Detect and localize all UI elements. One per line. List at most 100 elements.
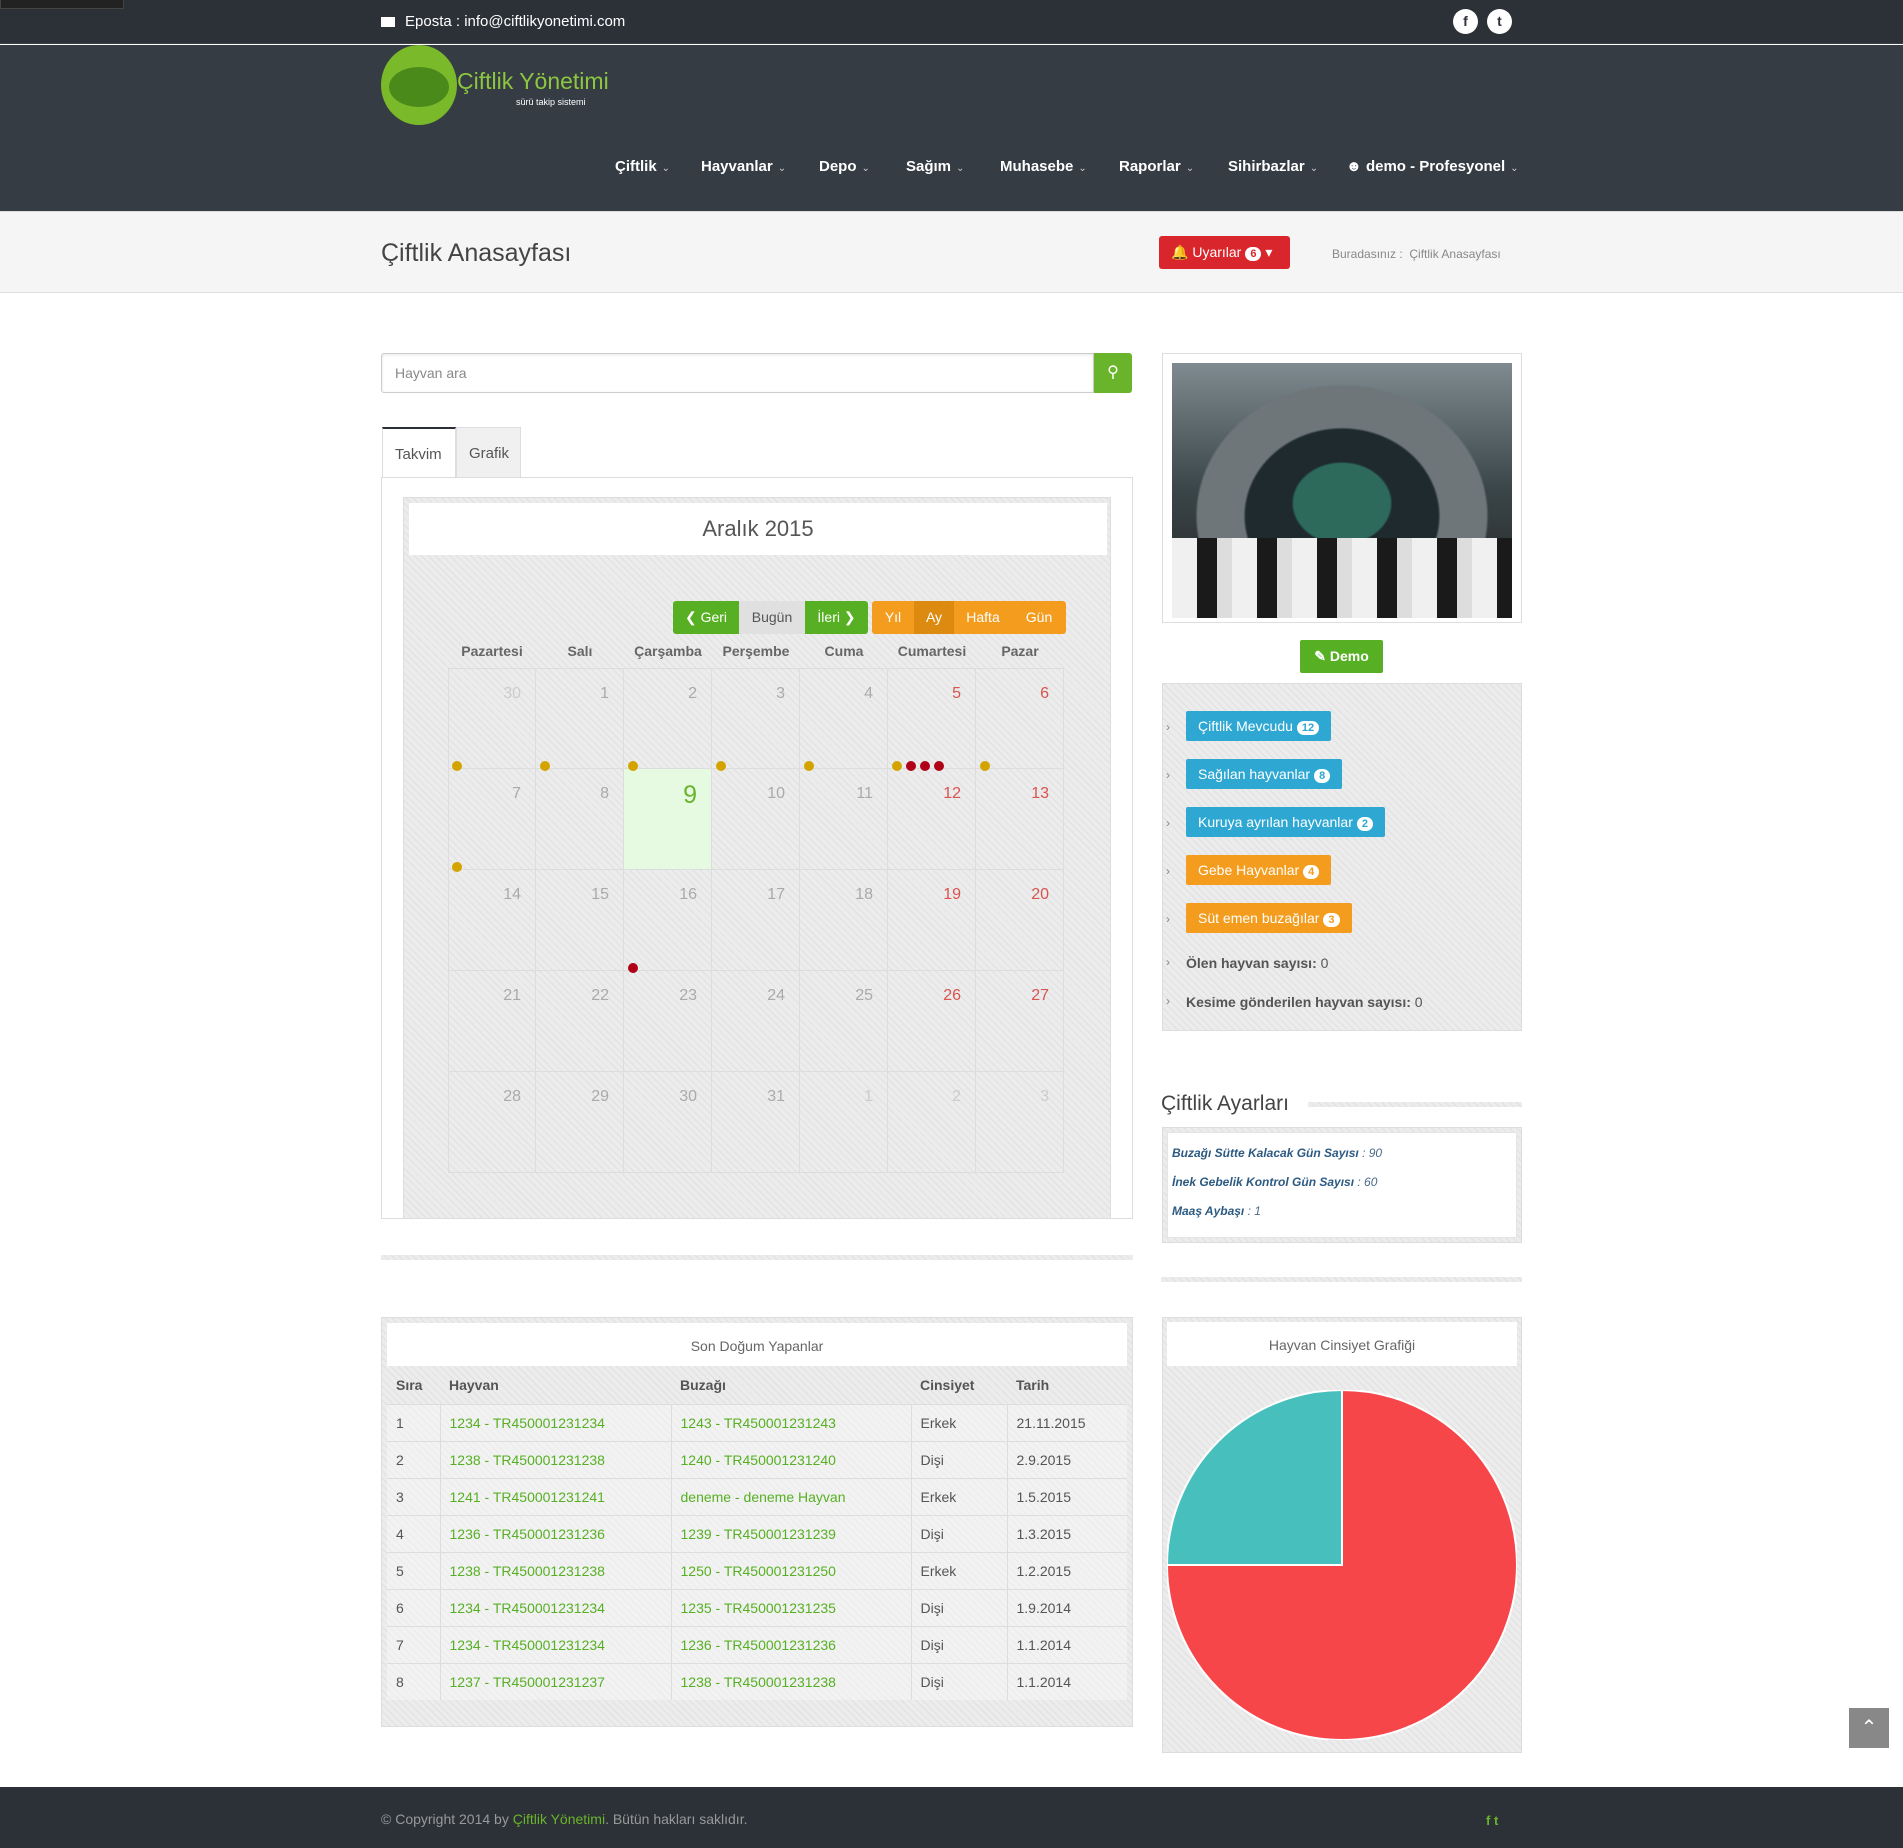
calendar-day[interactable]: 23	[624, 971, 712, 1072]
calendar-day[interactable]: 30	[448, 668, 536, 769]
calendar-day[interactable]: 3	[976, 1072, 1064, 1173]
calf-link[interactable]: 1235 - TR450001231235	[670, 1588, 911, 1626]
calendar-day[interactable]: 27	[976, 971, 1064, 1072]
calendar-event-dot[interactable]	[934, 761, 944, 771]
alerts-button[interactable]: 🔔 Uyarılar 6 ▾	[1159, 236, 1290, 269]
calendar-day[interactable]: 15	[536, 870, 624, 971]
calendar-day[interactable]: 18	[800, 870, 888, 971]
nav-item-raporlar[interactable]: Raporlar ⌄	[1119, 158, 1194, 175]
nav-item-hayvanlar[interactable]: Hayvanlar ⌄	[701, 158, 786, 175]
logo[interactable]: Çiftlik Yönetimi sürü takip sistemi	[381, 45, 621, 125]
calf-link[interactable]: 1238 - TR450001231238	[670, 1662, 911, 1700]
animal-link[interactable]: 1241 - TR450001231241	[439, 1477, 671, 1515]
calendar-event-dot[interactable]	[716, 761, 726, 771]
calf-link[interactable]: 1243 - TR450001231243	[670, 1403, 911, 1441]
calendar-day[interactable]: 5	[888, 668, 976, 769]
facebook-icon[interactable]: f	[1486, 1813, 1490, 1828]
calendar-day-today[interactable]: 9	[624, 769, 712, 870]
calendar-day[interactable]: 19	[888, 870, 976, 971]
calendar-day[interactable]: 1	[536, 668, 624, 769]
nav-item-sihirbazlar[interactable]: Sihirbazlar ⌄	[1228, 158, 1318, 175]
nav-item-depo[interactable]: Depo ⌄	[819, 158, 870, 175]
tab-grafik[interactable]: Grafik	[456, 427, 521, 478]
nav-item-muhasebe[interactable]: Muhasebe ⌄	[1000, 158, 1087, 175]
calendar-day[interactable]: 13	[976, 769, 1064, 870]
calendar-day[interactable]: 12	[888, 769, 976, 870]
animal-link[interactable]: 1238 - TR450001231238	[439, 1440, 671, 1478]
twitter-icon[interactable]: t	[1494, 1813, 1498, 1828]
twitter-icon[interactable]: t	[1487, 9, 1512, 34]
animal-link[interactable]: 1234 - TR450001231234	[439, 1625, 671, 1663]
facebook-icon[interactable]: f	[1453, 9, 1478, 34]
search-button[interactable]: ⚲	[1094, 353, 1132, 393]
calendar-event-dot[interactable]	[628, 963, 638, 973]
calf-link[interactable]: deneme - deneme Hayvan	[670, 1477, 911, 1515]
calendar-day[interactable]: 25	[800, 971, 888, 1072]
tab-takvim[interactable]: Takvim	[382, 427, 456, 478]
calendar-day[interactable]: 7	[448, 769, 536, 870]
stat-kuruya-ayrilan[interactable]: Kuruya ayrılan hayvanlar 2	[1186, 807, 1385, 837]
calf-link[interactable]: 1236 - TR450001231236	[670, 1625, 911, 1663]
calendar-event-dot[interactable]	[980, 761, 990, 771]
calendar-day[interactable]: 31	[712, 1072, 800, 1173]
calf-link[interactable]: 1250 - TR450001231250	[670, 1551, 911, 1589]
calf-link[interactable]: 1240 - TR450001231240	[670, 1440, 911, 1478]
nav-item-sagim[interactable]: Sağım ⌄	[906, 158, 964, 175]
calendar-day[interactable]: 17	[712, 870, 800, 971]
calendar-event-dot[interactable]	[452, 862, 462, 872]
calendar-event-dot[interactable]	[452, 761, 462, 771]
calendar-prev-button[interactable]: ❮ Geri	[673, 601, 739, 634]
calendar-day[interactable]: 29	[536, 1072, 624, 1173]
stat-sut-emen-buzagilar[interactable]: Süt emen buzağılar 3	[1186, 903, 1352, 933]
calendar-day[interactable]: 3	[712, 668, 800, 769]
calendar-day[interactable]: 22	[536, 971, 624, 1072]
stat-sagilan-hayvanlar[interactable]: Sağılan hayvanlar 8	[1186, 759, 1343, 789]
stat-gebe-hayvanlar[interactable]: Gebe Hayvanlar 4	[1186, 855, 1332, 885]
view-month-button[interactable]: Ay	[914, 601, 954, 634]
calendar-day[interactable]: 10	[712, 769, 800, 870]
search-input[interactable]: Hayvan ara	[381, 353, 1094, 393]
animal-link[interactable]: 1237 - TR450001231237	[439, 1662, 671, 1700]
calendar-event-dot[interactable]	[540, 761, 550, 771]
calendar-day[interactable]: 24	[712, 971, 800, 1072]
calendar-day[interactable]: 20	[976, 870, 1064, 971]
animal-link[interactable]: 1238 - TR450001231238	[439, 1551, 671, 1589]
weekday-header: Pazar	[1001, 643, 1039, 659]
calendar-day[interactable]: 4	[800, 668, 888, 769]
calendar-event-dot[interactable]	[628, 761, 638, 771]
brand-link[interactable]: Çiftlik Yönetimi	[513, 1811, 605, 1827]
scroll-to-top-button[interactable]: ⌃	[1849, 1708, 1889, 1748]
calendar-day[interactable]: 30	[624, 1072, 712, 1173]
pie-slice[interactable]	[1167, 1390, 1343, 1566]
stat-ciftlik-mevcudu[interactable]: Çiftlik Mevcudu 12	[1186, 711, 1332, 741]
calf-link[interactable]: 1239 - TR450001231239	[670, 1514, 911, 1552]
calendar-event-dot[interactable]	[892, 761, 902, 771]
animal-link[interactable]: 1234 - TR450001231234	[439, 1403, 671, 1441]
calendar-day[interactable]: 11	[800, 769, 888, 870]
calendar-event-dot[interactable]	[920, 761, 930, 771]
calendar-day[interactable]: 26	[888, 971, 976, 1072]
demo-button[interactable]: ✎ Demo	[1300, 640, 1383, 673]
calendar-next-button[interactable]: İleri ❯	[805, 601, 868, 634]
animal-link[interactable]: 1234 - TR450001231234	[439, 1588, 671, 1626]
view-week-button[interactable]: Hafta	[954, 601, 1012, 634]
count-badge: 3	[1323, 913, 1340, 927]
calendar-day[interactable]: 21	[448, 971, 536, 1072]
breadcrumb-current[interactable]: Çiftlik Anasayfası	[1409, 247, 1500, 261]
view-day-button[interactable]: Gün	[1012, 601, 1066, 634]
calendar-day[interactable]: 2	[624, 668, 712, 769]
calendar-day[interactable]: 1	[800, 1072, 888, 1173]
calendar-day[interactable]: 2	[888, 1072, 976, 1173]
nav-item-ciftlik[interactable]: Çiftlik ⌄	[615, 158, 670, 175]
calendar-day[interactable]: 16	[624, 870, 712, 971]
calendar-day[interactable]: 8	[536, 769, 624, 870]
calendar-today-button[interactable]: Bugün	[739, 601, 805, 634]
animal-link[interactable]: 1236 - TR450001231236	[439, 1514, 671, 1552]
calendar-day[interactable]: 28	[448, 1072, 536, 1173]
calendar-event-dot[interactable]	[804, 761, 814, 771]
calendar-event-dot[interactable]	[906, 761, 916, 771]
calendar-day[interactable]: 14	[448, 870, 536, 971]
view-year-button[interactable]: Yıl	[872, 601, 914, 634]
nav-item-user[interactable]: ☻ demo - Profesyonel ⌄	[1346, 158, 1519, 175]
calendar-day[interactable]: 6	[976, 668, 1064, 769]
